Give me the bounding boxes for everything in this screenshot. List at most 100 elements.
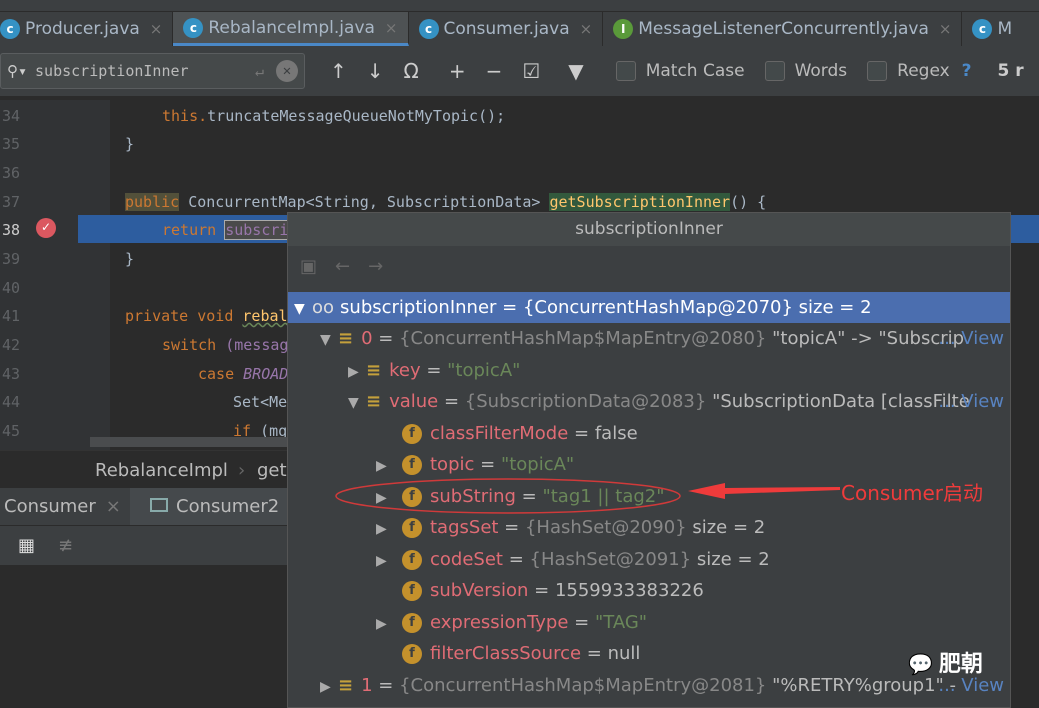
expand-icon[interactable]: ▶ <box>348 357 366 388</box>
code-line-38: return subscri <box>162 220 290 240</box>
watermark-text: 肥朝 <box>938 652 983 677</box>
code-token: switch <box>162 336 226 354</box>
field-icon: f <box>402 518 422 538</box>
var-value: size = 2 <box>691 549 770 570</box>
tree-row[interactable]: ▶ ≡ 1 = {ConcurrentHashMap$MapEntry@2081} … <box>288 670 1010 701</box>
words-checkbox[interactable]: Words <box>764 61 848 81</box>
breakpoint-icon[interactable]: ✓ <box>36 218 56 238</box>
run-tab-consumer2[interactable]: Consumer2 <box>130 488 290 525</box>
table-icon[interactable]: ▦ <box>18 535 35 556</box>
watermark: 💬 肥朝 <box>908 646 983 678</box>
add-selection-icon[interactable]: + <box>449 59 466 83</box>
code-token: rebal <box>242 307 288 325</box>
remove-selection-icon[interactable]: − <box>486 59 503 83</box>
code-token: getSubscriptionInner <box>549 193 731 211</box>
equals: = <box>496 297 523 318</box>
search-input[interactable]: ⚲▾ subscriptionInner ↵ ✕ <box>0 53 305 89</box>
code-token: () { <box>730 193 767 211</box>
var-name: subscriptionInner <box>340 297 497 318</box>
tree-row[interactable]: f subVersion = 1559933383226 <box>288 575 1010 606</box>
close-icon[interactable]: × <box>106 496 121 517</box>
watch-icon: oo <box>312 297 335 318</box>
forward-icon[interactable]: → <box>368 256 383 277</box>
view-link[interactable]: ... View <box>938 323 1004 354</box>
filter-icon[interactable]: ▼ <box>568 59 583 83</box>
expand-icon[interactable]: ▶ <box>376 609 402 640</box>
previous-occurrence-icon[interactable]: ↑ <box>330 59 347 83</box>
next-occurrence-icon[interactable]: ↓ <box>367 59 384 83</box>
field-icon: f <box>402 613 422 633</box>
line-number: 36 <box>2 164 21 182</box>
breadcrumb-item[interactable]: RebalanceImpl <box>95 460 228 481</box>
close-icon[interactable]: × <box>580 20 593 38</box>
open-in-watches-icon[interactable]: ▣ <box>300 256 317 277</box>
close-icon[interactable]: × <box>150 20 163 38</box>
code-token: ConcurrentMap<String, SubscriptionData> <box>179 193 550 211</box>
expand-icon[interactable]: ▶ <box>320 672 338 703</box>
var-name: expressionType <box>430 612 569 633</box>
match-case-checkbox[interactable]: Match Case <box>615 61 745 81</box>
var-type: {ConcurrentHashMap@2070} <box>522 297 793 318</box>
popup-toolbar: ▣ ← → <box>288 246 1010 291</box>
regex-help-link[interactable]: ? <box>962 61 972 81</box>
tab-m[interactable]: cM <box>962 12 1022 46</box>
collapse-icon[interactable]: ▼ <box>348 388 366 419</box>
tree-row[interactable]: ▶ f codeSet = {HashSet@2091} size = 2 <box>288 544 1010 575</box>
search-icon[interactable]: ⚲▾ <box>7 62 27 80</box>
top-strip <box>0 0 1039 12</box>
tree-row[interactable]: ▶ ≡ key = "topicA" <box>288 355 1010 386</box>
var-name: filterClassSource <box>430 643 582 664</box>
tree-row[interactable]: ▶ f expressionType = "TAG" <box>288 607 1010 638</box>
run-tab-consumer[interactable]: Consumer × <box>4 496 121 517</box>
tab-rebalanceimpl[interactable]: c RebalanceImpl.java × <box>173 12 409 46</box>
match-count: 5 r <box>997 61 1024 81</box>
select-all-occurrences-icon[interactable]: Ω <box>404 59 419 83</box>
horizontal-scrollbar[interactable] <box>90 437 290 447</box>
code-line-39: } <box>125 250 135 268</box>
tree-row[interactable]: f filterClassSource = null <box>288 638 1010 669</box>
tab-label: MessageListenerConcurrently.java <box>638 19 929 39</box>
expand-icon[interactable]: ▶ <box>376 546 402 577</box>
line-number: 41 <box>2 307 21 325</box>
close-icon[interactable]: × <box>939 20 952 38</box>
close-icon[interactable]: × <box>385 19 398 37</box>
code-token: (messag <box>225 336 289 354</box>
clear-icon[interactable]: ✕ <box>276 60 298 82</box>
var-value: "topicA" -> "Subscrip <box>766 328 965 349</box>
line-number: 44 <box>2 393 21 411</box>
regex-checkbox[interactable]: Regex <box>867 61 950 81</box>
run-tab-label: Consumer2 <box>176 496 280 517</box>
tab-messagelistener[interactable]: I MessageListenerConcurrently.java × <box>603 12 963 46</box>
view-link[interactable]: ... View <box>938 386 1004 417</box>
run-tab-label: Consumer <box>4 496 96 517</box>
back-icon[interactable]: ← <box>335 256 350 277</box>
class-icon: c <box>0 19 20 39</box>
tab-consumer[interactable]: c Consumer.java × <box>409 12 604 46</box>
breadcrumb-item[interactable]: get <box>257 460 287 481</box>
code-token: return <box>162 221 226 239</box>
words-label: Words <box>794 61 848 81</box>
annotation-markup <box>335 478 840 514</box>
console-icon <box>150 498 168 512</box>
tree-row[interactable]: ▼ ≡ value = {SubscriptionData@2083} "Subsc… <box>288 386 1010 417</box>
equals: = <box>502 549 530 570</box>
collapse-icon[interactable]: ▼ <box>320 325 338 356</box>
enter-icon: ↵ <box>254 62 264 80</box>
tree-row[interactable]: f classFilterMode = false <box>288 418 1010 449</box>
field-icon: f <box>402 424 422 444</box>
collapse-icon[interactable]: ▼ <box>294 294 312 325</box>
equals: = <box>568 423 595 444</box>
restore-layout-icon[interactable]: ≢ <box>58 535 73 556</box>
tab-producer[interactable]: c Producer.java × <box>0 12 174 46</box>
list-entry-icon: ≡ <box>366 391 382 412</box>
code-line-42: switch (messag <box>162 336 288 354</box>
var-type: {SubscriptionData@2083} <box>464 391 707 412</box>
tree-row[interactable]: ▼ oo subscriptionInner = {ConcurrentHashMa… <box>288 292 1010 323</box>
equals: = <box>581 643 608 664</box>
code-line-43: case BROAD <box>198 365 288 383</box>
var-name: 1 <box>361 675 373 696</box>
tree-row[interactable]: ▼ ≡ 0 = {ConcurrentHashMap$MapEntry@2080} … <box>288 323 1010 354</box>
line-number: 37 <box>2 193 21 211</box>
equals: = <box>420 360 448 381</box>
toggle-selection-icon[interactable]: ☑ <box>522 59 540 83</box>
